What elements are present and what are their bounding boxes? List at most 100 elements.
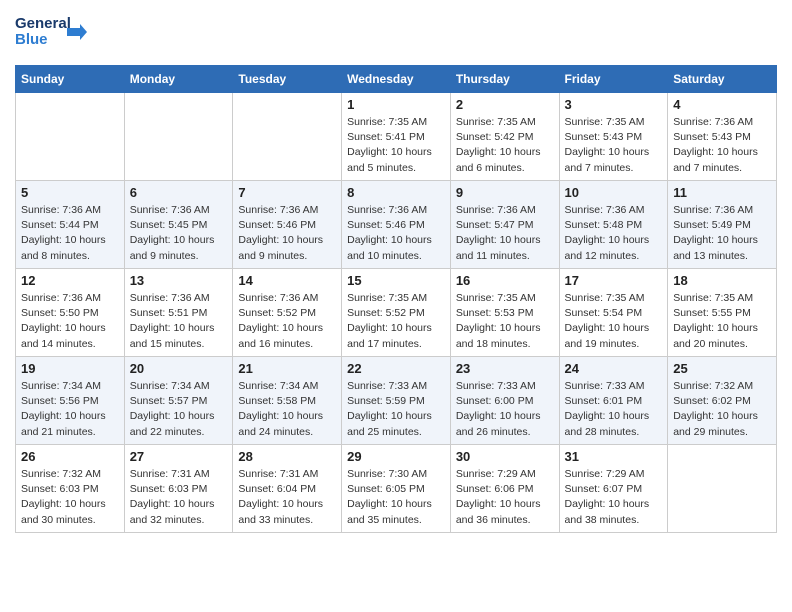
day-number: 4 (673, 97, 771, 112)
header-day-tuesday: Tuesday (233, 66, 342, 93)
day-number: 21 (238, 361, 336, 376)
calendar-cell: 5 Sunrise: 7:36 AMSunset: 5:44 PMDaylight… (16, 181, 125, 269)
header-day-monday: Monday (124, 66, 233, 93)
calendar-cell: 9Sunrise: 7:36 AMSunset: 5:47 PMDaylight… (450, 181, 559, 269)
day-number: 20 (130, 361, 228, 376)
day-number: 13 (130, 273, 228, 288)
calendar-cell: 4 Sunrise: 7:36 AMSunset: 5:43 PMDaylight… (668, 93, 777, 181)
day-number: 16 (456, 273, 554, 288)
calendar-cell: 14 Sunrise: 7:36 AMSunset: 5:52 PMDayligh… (233, 269, 342, 357)
day-info: Sunrise: 7:36 AMSunset: 5:52 PMDaylight:… (238, 291, 336, 352)
day-info: Sunrise: 7:35 AMSunset: 5:55 PMDaylight:… (673, 291, 771, 352)
calendar-cell: 23Sunrise: 7:33 AMSunset: 6:00 PMDayligh… (450, 357, 559, 445)
day-number: 22 (347, 361, 445, 376)
calendar-cell: 2 Sunrise: 7:35 AMSunset: 5:42 PMDaylight… (450, 93, 559, 181)
calendar-cell: 31Sunrise: 7:29 AMSunset: 6:07 PMDayligh… (559, 445, 668, 533)
day-number: 6 (130, 185, 228, 200)
week-row-1: 1 Sunrise: 7:35 AMSunset: 5:41 PMDaylight… (16, 93, 777, 181)
calendar-cell: 1 Sunrise: 7:35 AMSunset: 5:41 PMDaylight… (342, 93, 451, 181)
day-number: 27 (130, 449, 228, 464)
day-number: 1 (347, 97, 445, 112)
day-number: 2 (456, 97, 554, 112)
day-number: 30 (456, 449, 554, 464)
logo: General Blue (15, 10, 110, 57)
day-info: Sunrise: 7:35 AMSunset: 5:42 PMDaylight:… (456, 115, 554, 176)
day-number: 14 (238, 273, 336, 288)
day-info: Sunrise: 7:36 AMSunset: 5:46 PMDaylight:… (347, 203, 445, 264)
day-info: Sunrise: 7:33 AMSunset: 6:01 PMDaylight:… (565, 379, 663, 440)
day-info: Sunrise: 7:36 AMSunset: 5:44 PMDaylight:… (21, 203, 119, 264)
day-info: Sunrise: 7:29 AMSunset: 6:06 PMDaylight:… (456, 467, 554, 528)
calendar-cell: 29 Sunrise: 7:30 AMSunset: 6:05 PMDayligh… (342, 445, 451, 533)
day-info: Sunrise: 7:30 AMSunset: 6:05 PMDaylight:… (347, 467, 445, 528)
calendar-cell: 3 Sunrise: 7:35 AMSunset: 5:43 PMDaylight… (559, 93, 668, 181)
calendar-cell: 18 Sunrise: 7:35 AMSunset: 5:55 PMDayligh… (668, 269, 777, 357)
calendar-cell: 11 Sunrise: 7:36 AMSunset: 5:49 PMDayligh… (668, 181, 777, 269)
day-info: Sunrise: 7:36 AMSunset: 5:43 PMDaylight:… (673, 115, 771, 176)
header-day-saturday: Saturday (668, 66, 777, 93)
day-number: 26 (21, 449, 119, 464)
day-number: 10 (565, 185, 663, 200)
calendar-cell: 13 Sunrise: 7:36 AMSunset: 5:51 PMDayligh… (124, 269, 233, 357)
calendar-cell: 22 Sunrise: 7:33 AMSunset: 5:59 PMDayligh… (342, 357, 451, 445)
day-info: Sunrise: 7:34 AMSunset: 5:56 PMDaylight:… (21, 379, 119, 440)
day-info: Sunrise: 7:35 AMSunset: 5:53 PMDaylight:… (456, 291, 554, 352)
calendar-cell: 6 Sunrise: 7:36 AMSunset: 5:45 PMDaylight… (124, 181, 233, 269)
day-info: Sunrise: 7:36 AMSunset: 5:51 PMDaylight:… (130, 291, 228, 352)
day-number: 31 (565, 449, 663, 464)
calendar-cell (668, 445, 777, 533)
day-number: 15 (347, 273, 445, 288)
svg-text:General: General (15, 15, 71, 32)
calendar-table: SundayMondayTuesdayWednesdayThursdayFrid… (15, 65, 777, 533)
page-header: General Blue (15, 10, 777, 57)
calendar-cell: 20 Sunrise: 7:34 AMSunset: 5:57 PMDayligh… (124, 357, 233, 445)
calendar-cell: 27 Sunrise: 7:31 AMSunset: 6:03 PMDayligh… (124, 445, 233, 533)
calendar-cell: 24 Sunrise: 7:33 AMSunset: 6:01 PMDayligh… (559, 357, 668, 445)
day-number: 29 (347, 449, 445, 464)
day-number: 7 (238, 185, 336, 200)
day-info: Sunrise: 7:35 AMSunset: 5:43 PMDaylight:… (565, 115, 663, 176)
day-number: 17 (565, 273, 663, 288)
calendar-cell: 28 Sunrise: 7:31 AMSunset: 6:04 PMDayligh… (233, 445, 342, 533)
calendar-cell: 7 Sunrise: 7:36 AMSunset: 5:46 PMDaylight… (233, 181, 342, 269)
logo-svg: General Blue (15, 10, 110, 52)
day-number: 24 (565, 361, 663, 376)
calendar-cell: 26Sunrise: 7:32 AMSunset: 6:03 PMDayligh… (16, 445, 125, 533)
week-row-2: 5 Sunrise: 7:36 AMSunset: 5:44 PMDaylight… (16, 181, 777, 269)
day-number: 9 (456, 185, 554, 200)
day-info: Sunrise: 7:34 AMSunset: 5:57 PMDaylight:… (130, 379, 228, 440)
day-number: 25 (673, 361, 771, 376)
day-info: Sunrise: 7:36 AMSunset: 5:49 PMDaylight:… (673, 203, 771, 264)
day-info: Sunrise: 7:31 AMSunset: 6:03 PMDaylight:… (130, 467, 228, 528)
day-info: Sunrise: 7:36 AMSunset: 5:46 PMDaylight:… (238, 203, 336, 264)
day-info: Sunrise: 7:36 AMSunset: 5:50 PMDaylight:… (21, 291, 119, 352)
day-info: Sunrise: 7:33 AMSunset: 6:00 PMDaylight:… (456, 379, 554, 440)
day-info: Sunrise: 7:34 AMSunset: 5:58 PMDaylight:… (238, 379, 336, 440)
calendar-cell: 15 Sunrise: 7:35 AMSunset: 5:52 PMDayligh… (342, 269, 451, 357)
header-day-wednesday: Wednesday (342, 66, 451, 93)
day-info: Sunrise: 7:36 AMSunset: 5:45 PMDaylight:… (130, 203, 228, 264)
day-number: 11 (673, 185, 771, 200)
header-day-friday: Friday (559, 66, 668, 93)
calendar-cell: 17 Sunrise: 7:35 AMSunset: 5:54 PMDayligh… (559, 269, 668, 357)
day-number: 12 (21, 273, 119, 288)
calendar-cell: 8Sunrise: 7:36 AMSunset: 5:46 PMDaylight… (342, 181, 451, 269)
day-info: Sunrise: 7:33 AMSunset: 5:59 PMDaylight:… (347, 379, 445, 440)
calendar-cell (233, 93, 342, 181)
day-number: 3 (565, 97, 663, 112)
calendar-cell: 12 Sunrise: 7:36 AMSunset: 5:50 PMDayligh… (16, 269, 125, 357)
day-number: 5 (21, 185, 119, 200)
header-day-sunday: Sunday (16, 66, 125, 93)
calendar-cell (124, 93, 233, 181)
day-info: Sunrise: 7:35 AMSunset: 5:54 PMDaylight:… (565, 291, 663, 352)
day-number: 28 (238, 449, 336, 464)
calendar-cell: 21 Sunrise: 7:34 AMSunset: 5:58 PMDayligh… (233, 357, 342, 445)
calendar-cell (16, 93, 125, 181)
day-info: Sunrise: 7:35 AMSunset: 5:52 PMDaylight:… (347, 291, 445, 352)
day-info: Sunrise: 7:35 AMSunset: 5:41 PMDaylight:… (347, 115, 445, 176)
day-number: 18 (673, 273, 771, 288)
day-info: Sunrise: 7:31 AMSunset: 6:04 PMDaylight:… (238, 467, 336, 528)
day-info: Sunrise: 7:32 AMSunset: 6:02 PMDaylight:… (673, 379, 771, 440)
header-day-thursday: Thursday (450, 66, 559, 93)
calendar-cell: 10Sunrise: 7:36 AMSunset: 5:48 PMDayligh… (559, 181, 668, 269)
